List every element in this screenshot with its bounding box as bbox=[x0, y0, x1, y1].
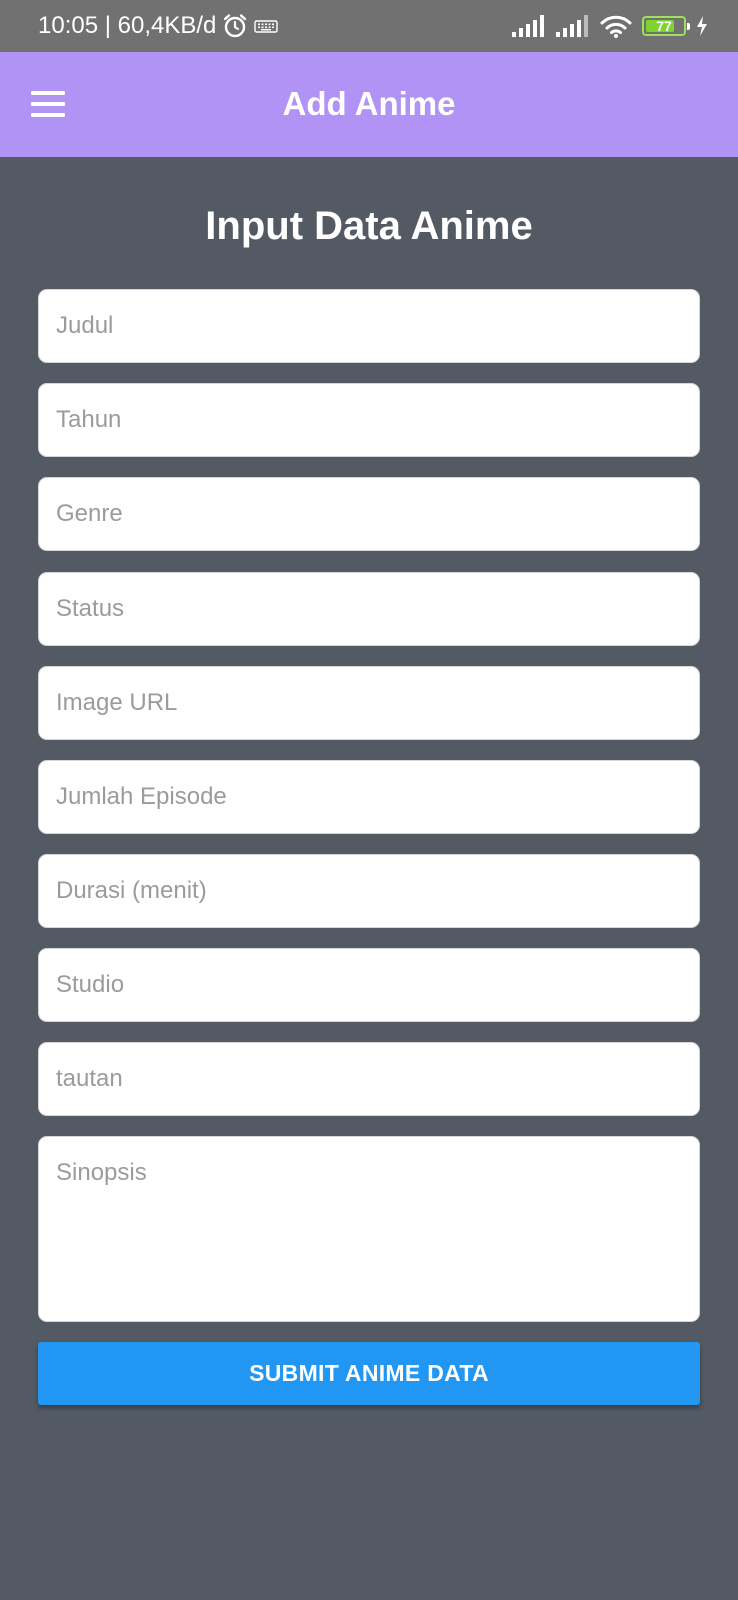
genre-field[interactable] bbox=[38, 477, 700, 551]
durasi-field[interactable] bbox=[38, 854, 700, 928]
sinopsis-field[interactable] bbox=[38, 1136, 700, 1322]
status-field[interactable] bbox=[38, 572, 700, 646]
status-left: 10:05 | 60,4KB/d bbox=[38, 12, 279, 39]
status-right: 77 bbox=[512, 14, 708, 38]
submit-button[interactable]: SUBMIT ANIME DATA bbox=[38, 1342, 700, 1405]
wifi-icon bbox=[600, 14, 632, 38]
image-url-field[interactable] bbox=[38, 666, 700, 740]
judul-field[interactable] bbox=[38, 289, 700, 363]
app-title: Add Anime bbox=[282, 85, 456, 122]
signal-icon bbox=[512, 15, 546, 37]
studio-field[interactable] bbox=[38, 948, 700, 1022]
tahun-field[interactable] bbox=[38, 383, 700, 457]
signal-icon bbox=[556, 15, 590, 37]
battery-level: 77 bbox=[656, 18, 672, 34]
jumlah-episode-field[interactable] bbox=[38, 760, 700, 834]
status-bar: 10:05 | 60,4KB/d 77 bbox=[0, 0, 738, 52]
page-heading: Input Data Anime bbox=[205, 204, 533, 248]
keyboard-icon bbox=[254, 18, 279, 34]
battery-icon: 77 bbox=[642, 16, 690, 36]
alarm-icon bbox=[222, 13, 248, 39]
charging-icon bbox=[696, 16, 708, 36]
status-time-speed: 10:05 | 60,4KB/d bbox=[38, 12, 217, 39]
app-bar: Add Anime bbox=[0, 52, 738, 157]
tautan-field[interactable] bbox=[38, 1042, 700, 1116]
